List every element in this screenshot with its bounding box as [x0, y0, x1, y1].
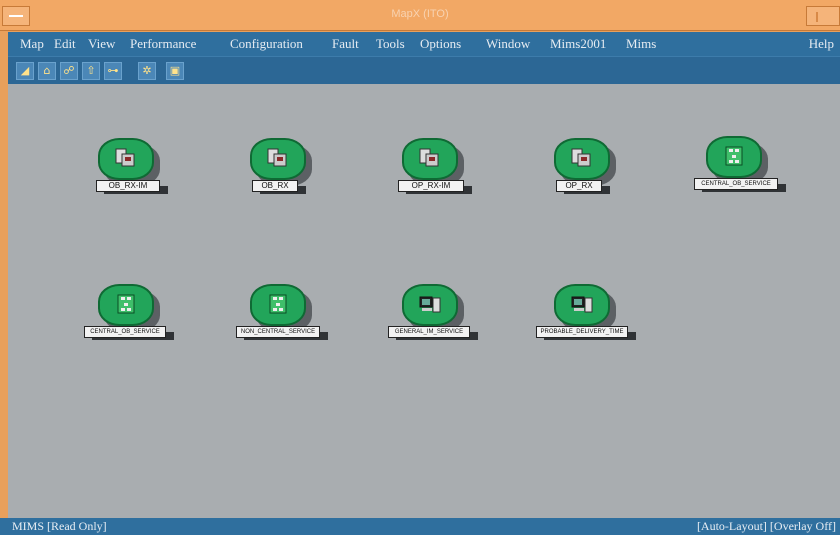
gear-icon[interactable]: ✲ [138, 62, 156, 80]
node-label: OB_RX [252, 180, 298, 192]
map-canvas[interactable]: OB_RX-IM OB_RX OP_RX-IM OP_RX CENTRAL_OB… [8, 84, 840, 518]
menu-window[interactable]: Window [486, 36, 530, 52]
workstation-icon [571, 296, 593, 313]
home-icon[interactable]: ⌂ [38, 62, 56, 80]
map-node[interactable]: OB_RX [244, 136, 344, 206]
node-label: CENTRAL_OB_SERVICE [694, 178, 778, 190]
network-icon [725, 146, 743, 166]
menu-edit[interactable]: Edit [54, 36, 76, 52]
menu-performance[interactable]: Performance [130, 36, 196, 52]
menu-fault[interactable]: Fault [332, 36, 359, 52]
menu-mims2001[interactable]: Mims2001 [550, 36, 606, 52]
map-node[interactable]: OB_RX-IM [92, 136, 192, 206]
up-arrow-icon[interactable]: ⇧ [82, 62, 100, 80]
node-label: OB_RX-IM [96, 180, 160, 192]
application-window: MapX (ITO) Map Edit View Performance Con… [0, 0, 840, 535]
menu-options[interactable]: Options [420, 36, 461, 52]
node-label: CENTRAL_OB_SERVICE [84, 326, 166, 338]
server-icon [267, 148, 287, 167]
window-title: MapX (ITO) [391, 8, 449, 20]
workstation-icon [419, 296, 441, 313]
menu-view[interactable]: View [88, 36, 115, 52]
node-label: OP_RX-IM [398, 180, 464, 192]
chart-icon[interactable]: ◢ [16, 62, 34, 80]
menu-tools[interactable]: Tools [376, 36, 405, 52]
map-node[interactable]: OP_RX-IM [396, 136, 496, 206]
server-icon [571, 148, 591, 167]
menu-configuration[interactable]: Configuration [230, 36, 303, 52]
window-control-button[interactable] [806, 6, 840, 26]
server-icon [419, 148, 439, 167]
map-node[interactable]: CENTRAL_OB_SERVICE [694, 134, 800, 204]
server-icon [115, 148, 135, 167]
node-label: OP_RX [556, 180, 602, 192]
toolbar: ◢ ⌂ ☍ ⇧ ⊶ ✲ ▣ [8, 56, 840, 86]
status-bar: MIMS [Read Only] [Auto-Layout] [Overlay … [0, 518, 840, 535]
map-node[interactable]: PROBABLE_DELIVERY_TIME [536, 282, 648, 352]
tree-icon[interactable]: ⊶ [104, 62, 122, 80]
menu-mims[interactable]: Mims [626, 36, 656, 52]
network-icon [117, 294, 135, 314]
node-label: GENERAL_IM_SERVICE [388, 326, 470, 338]
map-icon[interactable]: ▣ [166, 62, 184, 80]
menu-map[interactable]: Map [20, 36, 44, 52]
menu-help[interactable]: Help [809, 36, 834, 52]
title-bar[interactable]: MapX (ITO) [0, 0, 840, 31]
node-label: PROBABLE_DELIVERY_TIME [536, 326, 628, 338]
node-label: NON_CENTRAL_SERVICE [236, 326, 320, 338]
map-node[interactable]: GENERAL_IM_SERVICE [388, 282, 496, 352]
map-node[interactable]: NON_CENTRAL_SERVICE [236, 282, 344, 352]
network-icon [269, 294, 287, 314]
map-node[interactable]: OP_RX [548, 136, 648, 206]
status-layout: [Auto-Layout] [Overlay Off] [696, 519, 836, 533]
network-icon[interactable]: ☍ [60, 62, 78, 80]
status-mode: MIMS [Read Only] [12, 519, 107, 533]
menu-bar: Map Edit View Performance Configuration … [8, 32, 840, 56]
window-menu-button[interactable] [2, 6, 30, 26]
map-node[interactable]: CENTRAL_OB_SERVICE [84, 282, 192, 352]
